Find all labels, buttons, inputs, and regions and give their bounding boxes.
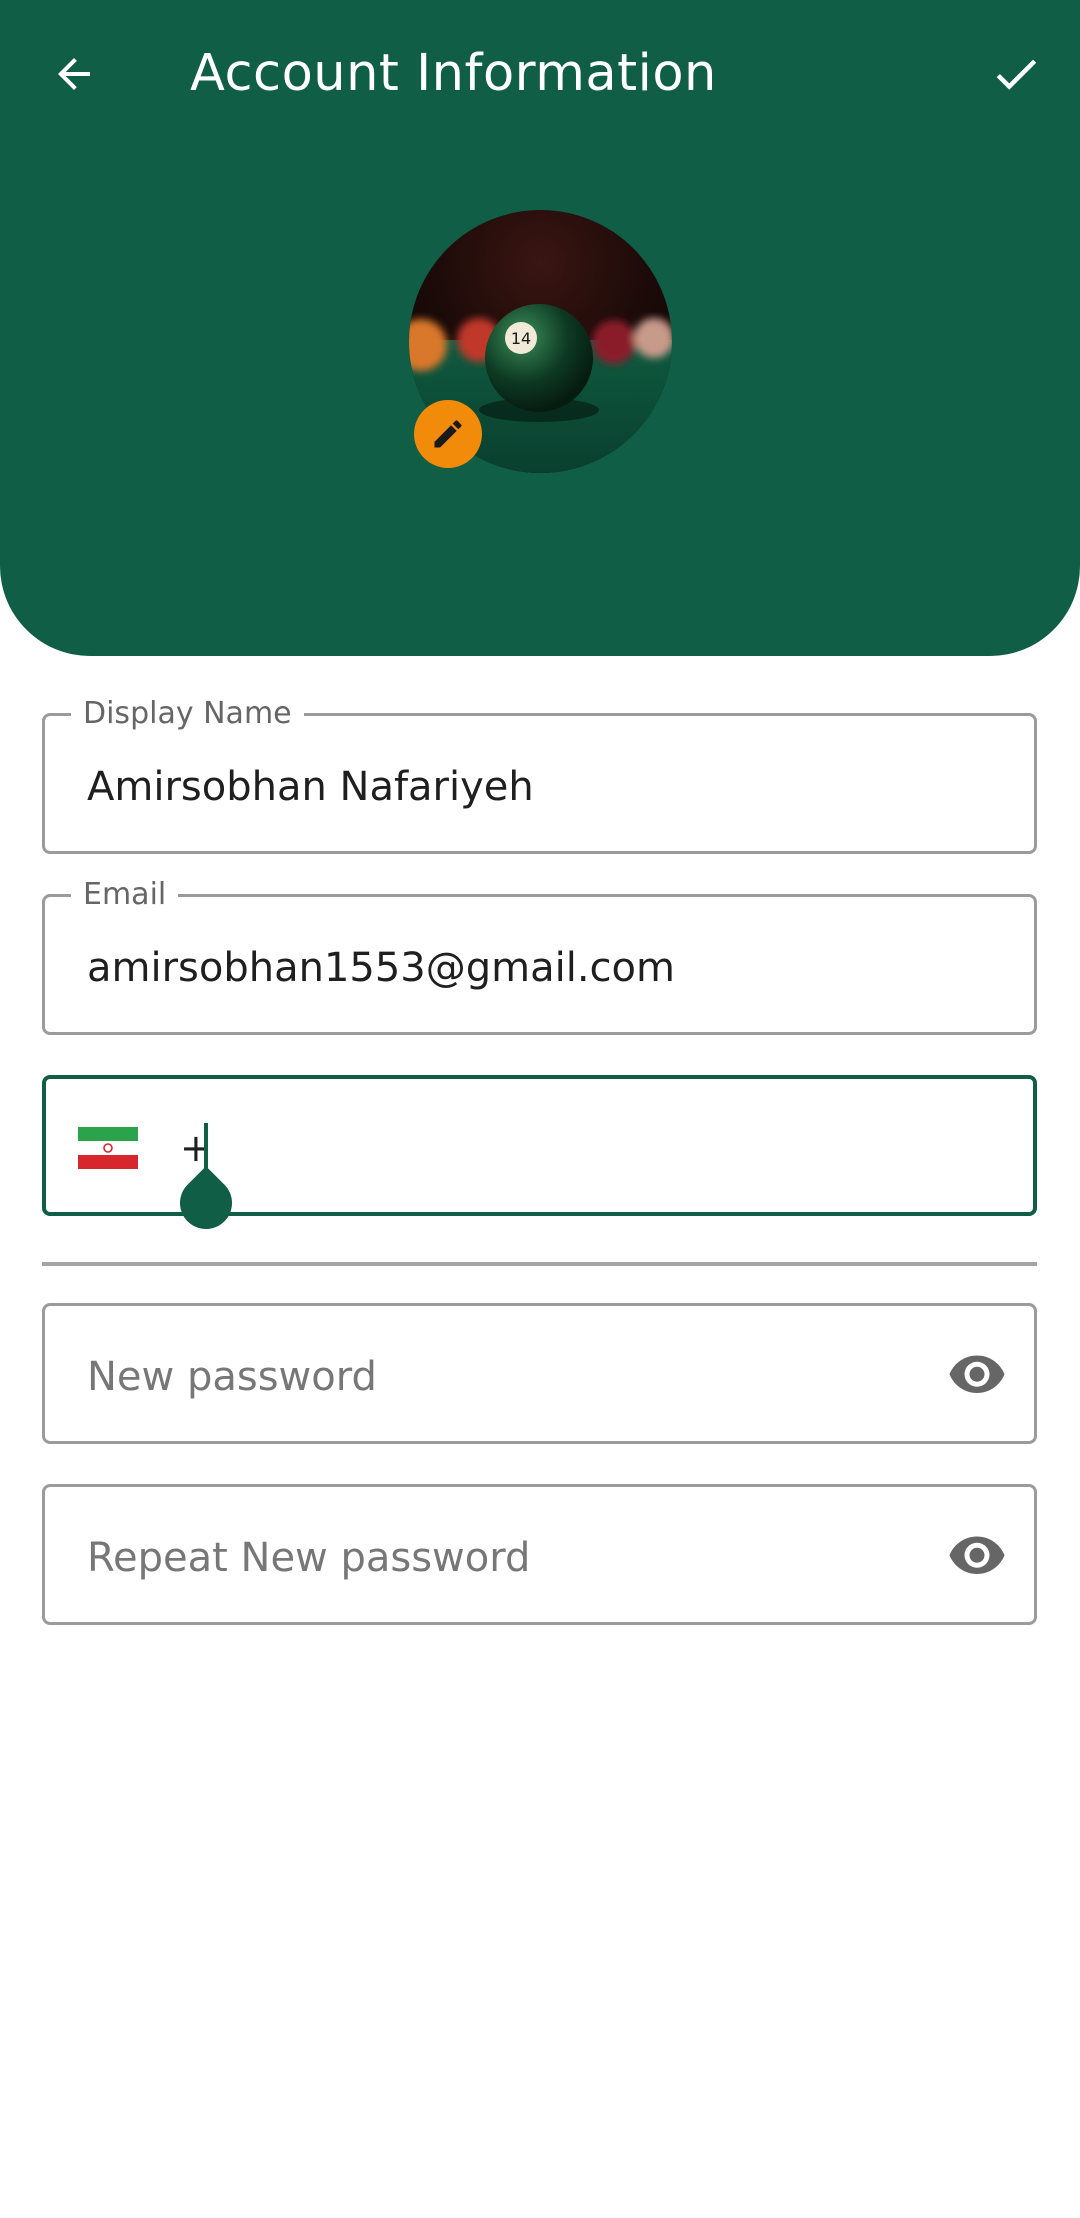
repeat-password-placeholder: Repeat New password	[87, 1535, 531, 1581]
cursor-handle[interactable]	[169, 1166, 243, 1240]
iran-flag-icon[interactable]	[78, 1127, 138, 1169]
email-field[interactable]: Email amirsobhan1553@gmail.com	[42, 877, 1037, 1035]
svg-text:14: 14	[511, 329, 531, 348]
new-password-placeholder: New password	[87, 1354, 377, 1400]
email-label: Email	[71, 877, 179, 913]
page-title: Account Information	[190, 44, 717, 103]
eye-icon	[949, 1355, 1005, 1393]
email-value[interactable]: amirsobhan1553@gmail.com	[87, 943, 675, 993]
toggle-visibility-button[interactable]	[945, 1349, 1009, 1397]
profile-header: Account Information 14	[0, 0, 1080, 656]
divider	[42, 1262, 1037, 1266]
arrow-back-icon	[58, 58, 90, 90]
repeat-password-field[interactable]: Repeat New password	[42, 1484, 1037, 1625]
confirm-button[interactable]	[976, 34, 1056, 114]
toggle-visibility-button[interactable]	[945, 1530, 1009, 1578]
phone-field[interactable]: +	[42, 1075, 1037, 1240]
display-name-field[interactable]: Display Name Amirsobhan Nafariyeh	[42, 696, 1037, 854]
pencil-icon	[434, 420, 462, 448]
display-name-value[interactable]: Amirsobhan Nafariyeh	[87, 762, 534, 812]
checkmark-icon	[996, 59, 1037, 90]
back-button[interactable]	[34, 34, 114, 114]
eye-icon	[949, 1536, 1005, 1574]
new-password-field[interactable]: New password	[42, 1303, 1037, 1444]
display-name-label: Display Name	[71, 696, 304, 732]
edit-avatar-button[interactable]	[414, 400, 482, 468]
